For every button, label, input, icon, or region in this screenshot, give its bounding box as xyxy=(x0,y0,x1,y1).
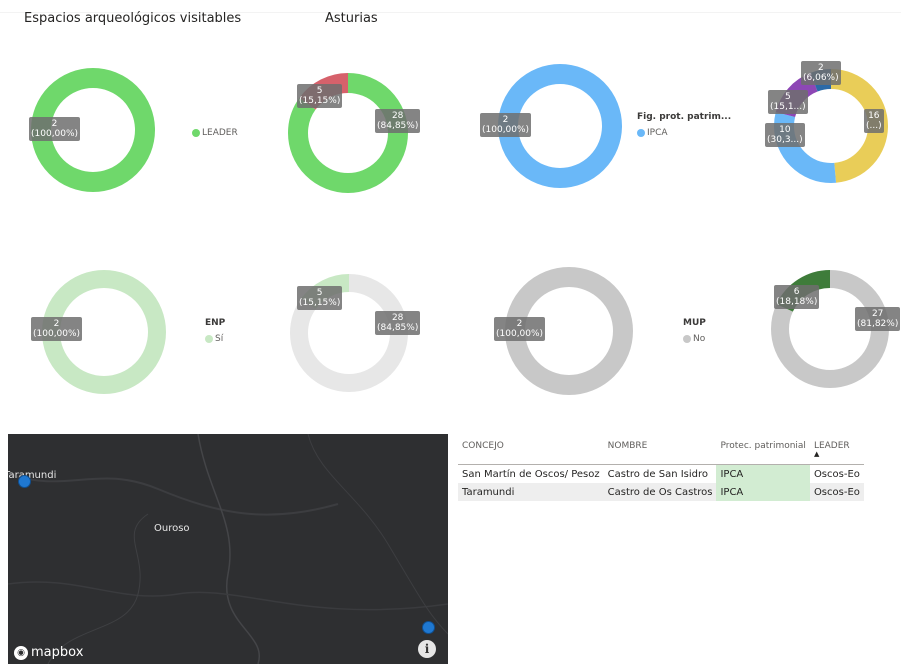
legend-title-mup: MUP xyxy=(683,318,706,328)
map-terrain xyxy=(8,434,448,664)
legend-dot xyxy=(192,129,200,137)
legend-ipca[interactable]: IPCA xyxy=(637,128,668,138)
map-pin[interactable] xyxy=(422,621,435,634)
legend-title-enp: ENP xyxy=(205,318,226,328)
map-town-label: Ouroso xyxy=(154,523,190,534)
table-row[interactable]: San Martín de Oscos/ Pesoz Castro de San… xyxy=(458,464,864,483)
legend-leader[interactable]: LEADER xyxy=(192,128,238,138)
legend-no[interactable]: No xyxy=(683,334,705,344)
cell-nombre: Castro de Os Castros xyxy=(603,483,717,501)
data-label: 6 (18,18%) xyxy=(774,285,820,309)
column-header-protec[interactable]: Protec. patrimonial xyxy=(716,438,810,465)
legend-dot xyxy=(637,129,645,137)
results-table: CONCEJO NOMBRE Protec. patrimonial LEADE… xyxy=(458,438,864,501)
legend-title-figprot: Fig. prot. patrim... xyxy=(637,112,732,122)
cell-protec: IPCA xyxy=(716,464,810,483)
cell-protec: IPCA xyxy=(716,483,810,501)
legend-dot xyxy=(205,335,213,343)
map-info-icon[interactable]: i xyxy=(418,640,436,658)
legend-dot xyxy=(683,335,691,343)
column-header-leader[interactable]: LEADER ▲ xyxy=(809,438,864,465)
cell-concejo: San Martín de Oscos/ Pesoz xyxy=(462,468,600,480)
cell-leader: Oscos-Eo xyxy=(813,468,860,480)
legend-si[interactable]: Sí xyxy=(205,334,223,344)
map-pin[interactable] xyxy=(18,475,31,488)
data-label: 27 (81,82%) xyxy=(855,307,901,331)
cell-nombre: Castro de San Isidro xyxy=(607,468,709,480)
cell-leader: Oscos-Eo xyxy=(809,483,864,501)
column-header-nombre[interactable]: NOMBRE xyxy=(603,438,717,465)
table-row[interactable]: Taramundi Castro de Os Castros IPCA Osco… xyxy=(458,483,864,501)
mapbox-logo: ◉ mapbox xyxy=(14,645,83,660)
map-view[interactable]: Taramundi Ouroso ◉ mapbox i xyxy=(8,434,448,664)
cell-concejo: Taramundi xyxy=(458,483,604,501)
column-header-concejo[interactable]: CONCEJO xyxy=(458,438,604,465)
sort-ascending-icon: ▲ xyxy=(813,450,820,458)
map-town-label: Taramundi xyxy=(8,470,57,481)
mapbox-logo-icon: ◉ xyxy=(14,645,28,660)
